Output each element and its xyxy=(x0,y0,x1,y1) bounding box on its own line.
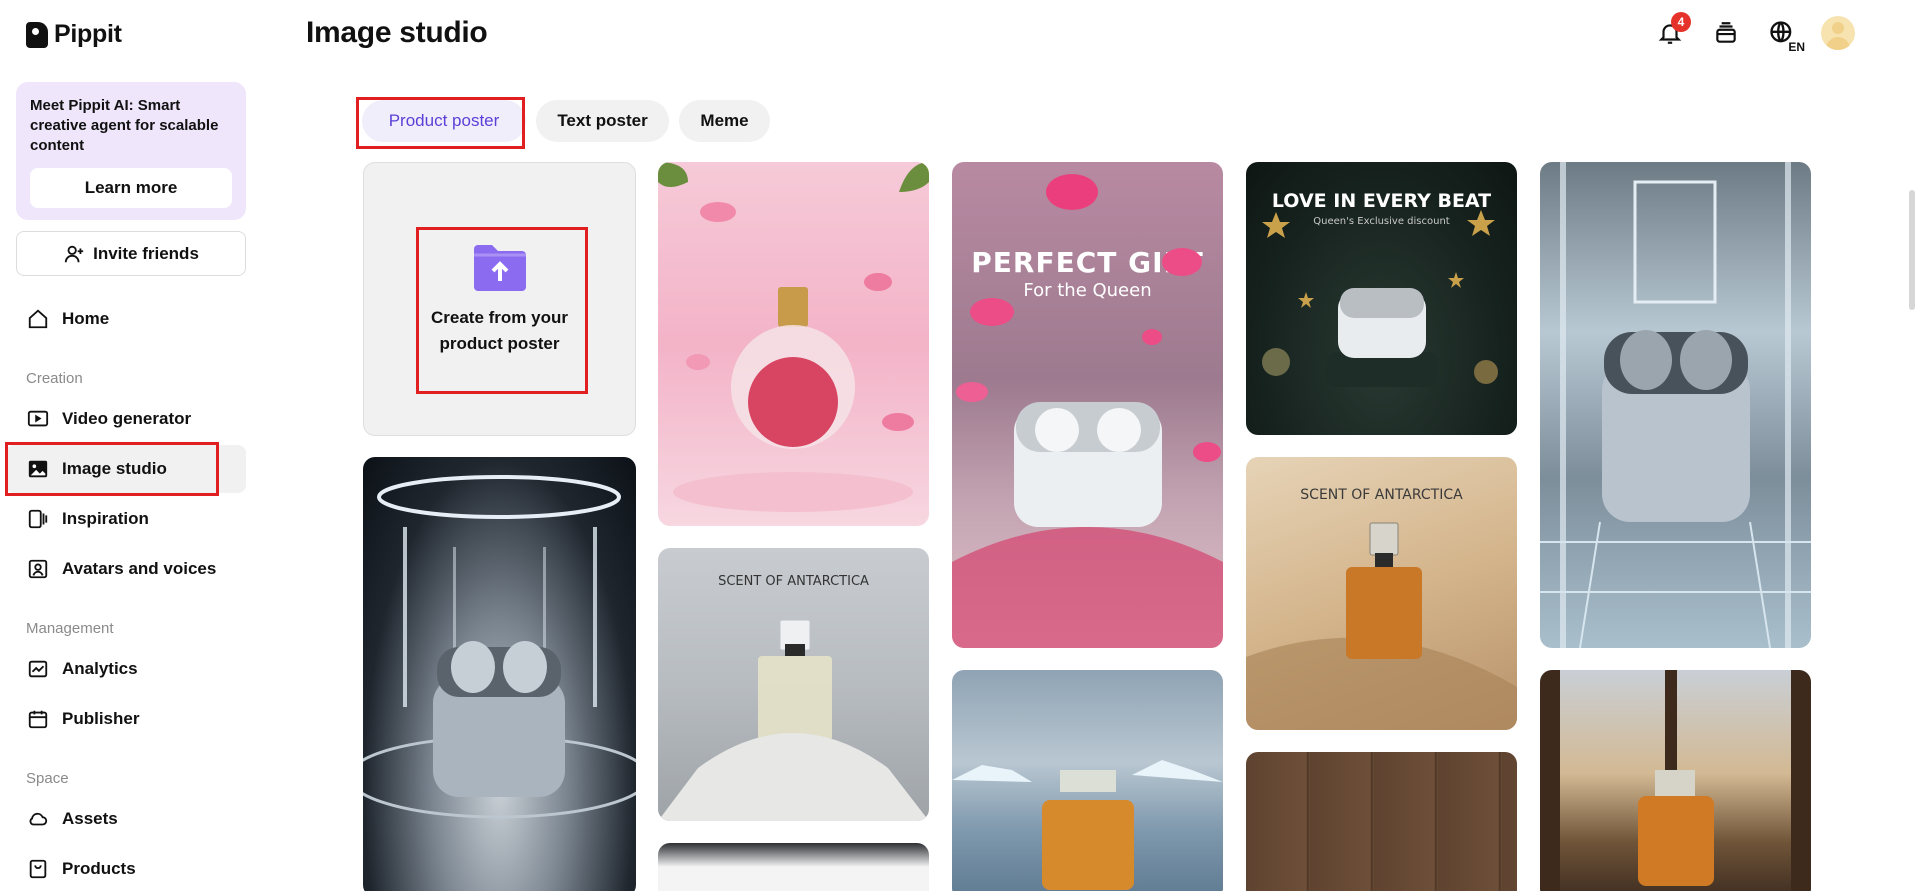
header-toolbar: 4 EN xyxy=(1653,12,1855,54)
sidebar-item-label: Analytics xyxy=(62,659,138,678)
upload-line-2: product poster xyxy=(439,334,560,353)
earbuds-case-illustration xyxy=(1262,210,1498,387)
upload-line-1: Create from your xyxy=(431,308,568,327)
poster-scent-of-antarctica-desert[interactable]: SCENT OF ANTARCTICA xyxy=(1246,457,1517,730)
sidebar-item-publisher[interactable]: Publisher xyxy=(6,695,246,743)
perfume-iceberg-illustration xyxy=(952,760,1223,890)
video-add-icon xyxy=(26,407,50,431)
pippit-logo-icon xyxy=(26,21,48,48)
language-button[interactable]: EN xyxy=(1765,16,1805,54)
tab-product-poster[interactable]: Product poster xyxy=(362,100,526,142)
sidebar-item-products[interactable]: Products xyxy=(6,845,246,891)
poster-perfect-gift-earbuds[interactable]: PERFECT GIFT For the Queen xyxy=(952,162,1223,648)
create-from-product-poster-card[interactable]: Create from your product poster xyxy=(363,162,636,436)
calendar-icon xyxy=(26,707,50,731)
sidebar-item-label: Assets xyxy=(62,809,118,828)
poster-title-text: SCENT OF ANTARCTICA xyxy=(718,574,869,589)
folder-upload-icon xyxy=(472,241,528,293)
notification-count-badge: 4 xyxy=(1671,12,1691,32)
sidebar-item-label: Avatars and voices xyxy=(62,559,217,578)
home-icon xyxy=(26,307,50,331)
sidebar: Pippit Meet Pippit AI: Smart creative ag… xyxy=(0,0,260,891)
sidebar-item-label: Video generator xyxy=(62,409,192,428)
product-box-icon xyxy=(26,857,50,881)
poster-earbuds-silver-stage[interactable] xyxy=(363,457,636,891)
sidebar-item-label: Image studio xyxy=(62,459,167,478)
sidebar-item-inspiration[interactable]: Inspiration xyxy=(6,495,246,543)
sidebar-item-video-generator[interactable]: Video generator xyxy=(6,395,246,443)
avatar-icon xyxy=(26,557,50,581)
cloud-icon xyxy=(26,807,50,831)
sidebar-item-label: Publisher xyxy=(62,709,140,728)
tab-meme[interactable]: Meme xyxy=(679,100,770,142)
logo-text: Pippit xyxy=(54,20,122,48)
layers-button[interactable] xyxy=(1709,16,1743,50)
perfume-bottle-illustration xyxy=(1246,522,1517,730)
invite-friends-label: Invite friends xyxy=(93,243,199,263)
sidebar-item-image-studio[interactable]: Image studio xyxy=(6,445,246,493)
sidebar-item-assets[interactable]: Assets xyxy=(6,795,246,843)
app-logo[interactable]: Pippit xyxy=(26,20,122,49)
sidebar-item-analytics[interactable]: Analytics xyxy=(6,645,246,693)
promo-text: Meet Pippit AI: Smart creative agent for… xyxy=(30,97,219,154)
analytics-icon xyxy=(26,657,50,681)
poster-perfume-iceberg[interactable] xyxy=(952,670,1223,891)
page-scrollbar[interactable] xyxy=(1909,190,1915,310)
language-code: EN xyxy=(1788,40,1805,54)
user-avatar[interactable] xyxy=(1821,16,1855,50)
sidebar-item-label: Home xyxy=(62,309,110,328)
invite-friends-button[interactable]: Invite friends xyxy=(16,231,246,276)
section-space: Space xyxy=(26,770,69,787)
learn-more-button[interactable]: Learn more xyxy=(30,168,232,208)
sidebar-item-avatars[interactable]: Avatars and voices xyxy=(6,545,246,593)
sidebar-item-label: Products xyxy=(62,859,136,878)
poster-earbuds-glass-room[interactable] xyxy=(1540,162,1811,648)
tab-text-poster[interactable]: Text poster xyxy=(536,100,669,142)
image-icon xyxy=(26,457,50,481)
earbuds-case-illustration xyxy=(363,475,636,819)
perfume-bottle-illustration xyxy=(658,162,929,512)
sidebar-item-home[interactable]: Home xyxy=(6,295,246,343)
sidebar-item-label: Inspiration xyxy=(62,509,149,528)
poster-scent-of-antarctica-sand[interactable]: SCENT OF ANTARCTICA xyxy=(658,548,929,821)
poster-wood-planks[interactable] xyxy=(1246,752,1517,891)
poster-partial-bottom[interactable] xyxy=(658,843,929,891)
perfume-window-illustration xyxy=(1540,670,1811,891)
section-management: Management xyxy=(26,620,114,637)
earbuds-case-illustration xyxy=(952,174,1223,648)
earbuds-case-illustration xyxy=(1540,162,1811,648)
poster-perfume-window[interactable] xyxy=(1540,670,1811,891)
inspiration-icon xyxy=(26,507,50,531)
page-title: Image studio xyxy=(306,16,488,49)
notifications-button[interactable]: 4 xyxy=(1653,12,1691,50)
section-creation: Creation xyxy=(26,370,83,387)
add-user-icon xyxy=(64,245,84,262)
create-from-poster-text: Create from your product poster xyxy=(431,305,568,357)
poster-perfume-rose[interactable] xyxy=(658,162,929,526)
poster-love-in-every-beat[interactable]: LOVE IN EVERY BEAT Queen's Exclusive dis… xyxy=(1246,162,1517,435)
promo-card: Meet Pippit AI: Smart creative agent for… xyxy=(16,82,246,220)
stack-icon xyxy=(1716,22,1736,43)
